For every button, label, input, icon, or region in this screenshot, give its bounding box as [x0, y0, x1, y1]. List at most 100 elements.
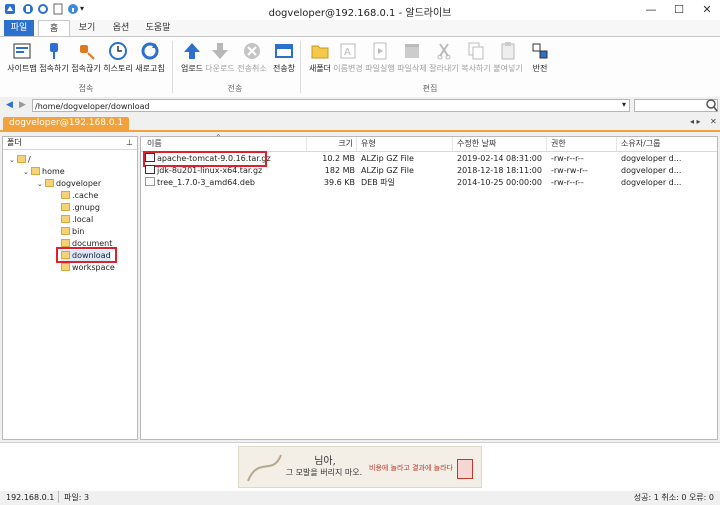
file-perm-cell: -rw-r--r-- [551, 154, 584, 163]
ad-banner-area: 님아, 그 모발을 버리지 마오. 비용에 놀라고 결과에 놀라다 [0, 442, 720, 492]
folder-icon [61, 191, 70, 199]
status-host: 192.168.0.1 [6, 493, 55, 502]
connection-tab-strip: dogveloper@192.168.0.1 ◂ ▸ ✕ [0, 116, 720, 132]
ad-banner[interactable]: 님아, 그 모발을 버리지 마오. 비용에 놀라고 결과에 놀라다 [238, 446, 482, 488]
file-owner-cell: dogveloper d... [621, 166, 682, 175]
folder-icon [31, 167, 40, 175]
forward-arrow-icon[interactable]: ▶ [19, 100, 26, 110]
address-dropdown-icon[interactable]: ▾ [622, 100, 626, 109]
tab-file[interactable]: 파일 [4, 20, 34, 36]
document-file-icon [145, 177, 155, 186]
banner-line-3: 비용에 놀라고 결과에 놀라다 [369, 464, 453, 472]
banner-line-2: 그 모발을 버리지 마오. [285, 468, 363, 477]
tree-node-gnupg[interactable]: .gnupg [61, 202, 100, 213]
sort-arrow-icon: ⌃ [215, 133, 222, 142]
transfer-window-icon [274, 41, 294, 61]
tree-node-home[interactable]: ⌄ home [23, 166, 65, 177]
back-arrow-icon[interactable]: ◀ [6, 100, 13, 110]
svg-text:A: A [344, 47, 351, 58]
tree-node-workspace[interactable]: workspace [61, 262, 115, 273]
tab-scroll-icon[interactable]: ◂ ▸ [690, 117, 701, 126]
folder-icon [17, 155, 26, 163]
transfer-group-label: 전송 [227, 84, 243, 93]
window-title: dogveloper@192.168.0.1 - 알드라이브 [268, 8, 452, 19]
file-perm-cell: -rw-rw-r-- [551, 166, 588, 175]
folder-pane-header: 폴더 ⊥ [3, 137, 137, 150]
file-list-header: 이름 ⌃ 크기 유형 수정한 날짜 권한 소유자/그룹 [141, 133, 717, 152]
minimize-button[interactable]: — [640, 0, 662, 20]
edit-group-label: 편집 [422, 84, 438, 93]
cut-icon [434, 41, 454, 61]
file-name-cell: jdk-8u201-linux-x64.tar.gz [145, 165, 307, 177]
file-perm-cell: -rw-r--r-- [551, 178, 584, 187]
column-owner[interactable]: 소유자/그룹 [617, 137, 715, 151]
paste-icon [498, 41, 518, 61]
status-file-count: 파일: 3 [64, 493, 90, 502]
tab-help[interactable]: 도움말 [140, 20, 176, 36]
file-date-cell: 2019-02-14 08:31:00 [457, 154, 542, 163]
file-name-cell: tree_1.7.0-3_amd64.deb [145, 177, 307, 189]
file-list-pane: 이름 ⌃ 크기 유형 수정한 날짜 권한 소유자/그룹 apache-tomca… [140, 133, 718, 440]
banner-seal-icon [457, 459, 473, 479]
folder-icon [45, 179, 54, 187]
tab-close-icon[interactable]: ✕ [710, 117, 717, 126]
connect-group-label: 접속 [78, 84, 94, 93]
clock-icon [108, 41, 128, 61]
folder-icon [61, 203, 70, 211]
refresh-button[interactable]: 새로고침 [130, 41, 170, 79]
folder-icon [61, 227, 70, 235]
column-permission[interactable]: 권한 [547, 137, 617, 151]
folder-icon [61, 263, 70, 271]
delete-icon [402, 41, 422, 61]
column-size[interactable]: 크기 [307, 137, 357, 151]
file-type-cell: ALZip GZ File [361, 154, 414, 163]
address-bar: ◀ ▶ /home/dogveloper/download ▾ [0, 97, 720, 115]
upload-icon [182, 41, 202, 61]
collapse-icon[interactable]: ⌄ [37, 179, 45, 190]
table-row[interactable]: tree_1.7.0-3_amd64.deb 39.6 KB DEB 파일 20… [143, 177, 713, 189]
tab-view[interactable]: 보기 [72, 20, 102, 36]
file-size-cell: 39.6 KB [323, 178, 355, 187]
tree-node-dogveloper[interactable]: ⌄ dogveloper [37, 178, 101, 189]
tree-node-cache[interactable]: .cache [61, 190, 98, 201]
status-summary: 성공: 1 취소: 0 오류: 0 [633, 493, 714, 502]
download-highlight-box [56, 247, 117, 263]
table-row[interactable]: jdk-8u201-linux-x64.tar.gz 182 MB ALZip … [143, 165, 713, 177]
connection-tab[interactable]: dogveloper@192.168.0.1 [3, 117, 130, 130]
tab-options[interactable]: 옵션 [106, 20, 136, 36]
tree-node-bin[interactable]: bin [61, 226, 84, 237]
column-modified[interactable]: 수정한 날짜 [453, 137, 547, 151]
file-size-cell: 10.2 MB [322, 154, 355, 163]
ribbon-tabs: 파일 홈 보기 옵션 도움말 [0, 20, 720, 37]
cancel-icon [242, 41, 262, 61]
file-type-cell: DEB 파일 [361, 178, 395, 187]
file-date-cell: 2018-12-18 18:11:00 [457, 166, 542, 175]
download-icon [210, 41, 230, 61]
title-bar: ▾ dogveloper@192.168.0.1 - 알드라이브 — ☐ ✕ [0, 0, 720, 21]
refresh-icon [140, 41, 160, 61]
invert-icon [530, 41, 550, 61]
file-owner-cell: dogveloper d... [621, 154, 682, 163]
file-type-cell: ALZip GZ File [361, 166, 414, 175]
search-icon[interactable] [706, 98, 718, 115]
unplug-icon [76, 41, 96, 61]
invert-selection-button[interactable]: 반전 [520, 41, 560, 79]
status-divider [58, 491, 59, 503]
transfer-window-button[interactable]: 전송창 [264, 41, 304, 79]
archive-file-icon [145, 165, 155, 174]
rename-icon: A [338, 41, 358, 61]
tree-node-local[interactable]: .local [61, 214, 93, 225]
copy-icon [466, 41, 486, 61]
tree-node-root[interactable]: ⌄ / [9, 154, 31, 165]
collapse-icon[interactable]: ⌄ [23, 167, 31, 178]
collapse-icon[interactable]: ⌄ [9, 155, 17, 166]
maximize-button[interactable]: ☐ [668, 0, 690, 20]
column-name[interactable]: 이름 [143, 137, 307, 151]
address-input[interactable]: /home/dogveloper/download [32, 99, 630, 112]
column-type[interactable]: 유형 [357, 137, 453, 151]
tab-home[interactable]: 홈 [38, 20, 70, 37]
pin-icon[interactable]: ⊥ [126, 137, 133, 149]
close-button[interactable]: ✕ [696, 0, 718, 20]
run-file-icon [370, 41, 390, 61]
file-size-cell: 182 MB [324, 166, 355, 175]
